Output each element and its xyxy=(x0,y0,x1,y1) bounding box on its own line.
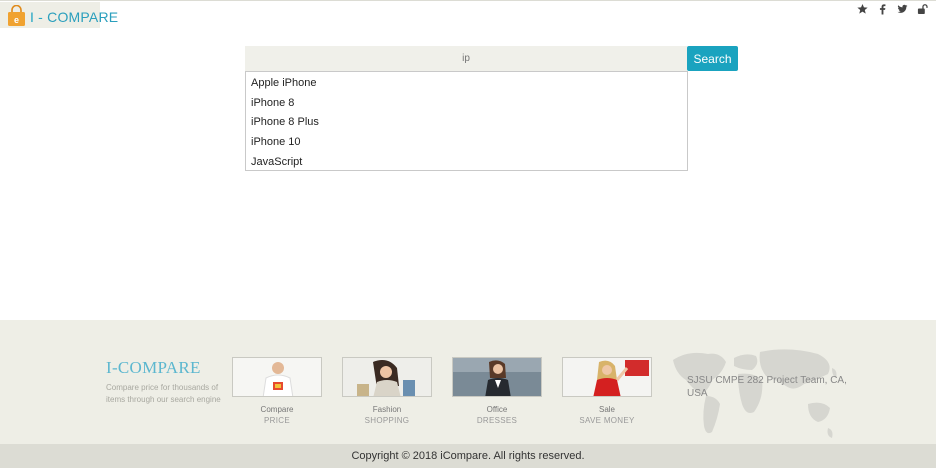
shopping-bag-icon: e xyxy=(8,5,25,26)
brand-word: COMPARE xyxy=(47,9,119,25)
brand-name: I - COMPARE xyxy=(30,9,118,25)
brand-logo-link[interactable]: e I - COMPARE xyxy=(0,2,118,28)
category-subtitle: SHOPPING xyxy=(364,416,410,425)
copyright-text: Copyright © 2018 iCompare. All rights re… xyxy=(351,450,585,462)
category-subtitle: PRICE xyxy=(264,416,290,425)
suggestion-item[interactable]: iPhone 8 xyxy=(246,94,687,114)
footer-description: Compare price for thousands of items thr… xyxy=(106,383,221,404)
facebook-icon[interactable] xyxy=(877,3,888,15)
social-icons xyxy=(857,3,928,15)
category-image xyxy=(562,357,652,397)
twitter-icon[interactable] xyxy=(897,3,908,15)
suggestion-item[interactable]: Apple iPhone xyxy=(246,74,687,94)
svg-text:e: e xyxy=(14,15,19,25)
copyright-bar: Copyright © 2018 iCompare. All rights re… xyxy=(0,444,936,468)
category-title: Office xyxy=(486,405,508,414)
search-button[interactable]: Search xyxy=(687,46,738,71)
category-image xyxy=(452,357,542,397)
category-image xyxy=(342,357,432,397)
category-title: Fashion xyxy=(372,405,402,414)
suggestion-item[interactable]: JavaScript xyxy=(246,153,687,173)
category-subtitle: DRESSES xyxy=(476,416,518,425)
category-image xyxy=(232,357,322,397)
category-title: Sale xyxy=(598,405,615,414)
suggestion-item[interactable]: iPhone 10 xyxy=(246,133,687,153)
category-sale[interactable]: Sale SAVE MONEY xyxy=(562,357,652,426)
suggestion-item[interactable]: iPhone 8 Plus xyxy=(246,113,687,133)
category-office[interactable]: Office DRESSES xyxy=(452,357,542,426)
unlock-icon[interactable] xyxy=(917,3,928,15)
footer: I-COMPARE Compare price for thousands of… xyxy=(0,320,936,444)
category-title: Compare xyxy=(260,405,294,414)
category-fashion[interactable]: Fashion SHOPPING xyxy=(342,357,432,426)
category-compare[interactable]: Compare PRICE xyxy=(232,357,322,426)
star-icon[interactable] xyxy=(857,3,868,15)
search-input[interactable] xyxy=(245,46,687,71)
footer-brand: I-COMPARE xyxy=(106,358,201,377)
autocomplete-dropdown: Apple iPhone iPhone 8 iPhone 8 Plus iPho… xyxy=(245,71,688,171)
footer-address: SJSU CMPE 282 Project Team, CA, USA xyxy=(687,375,847,399)
brand-dash: I - xyxy=(30,9,44,25)
top-bar: e I - COMPARE xyxy=(0,0,936,28)
page: e I - COMPARE Search xyxy=(0,0,936,468)
category-subtitle: SAVE MONEY xyxy=(579,416,635,425)
